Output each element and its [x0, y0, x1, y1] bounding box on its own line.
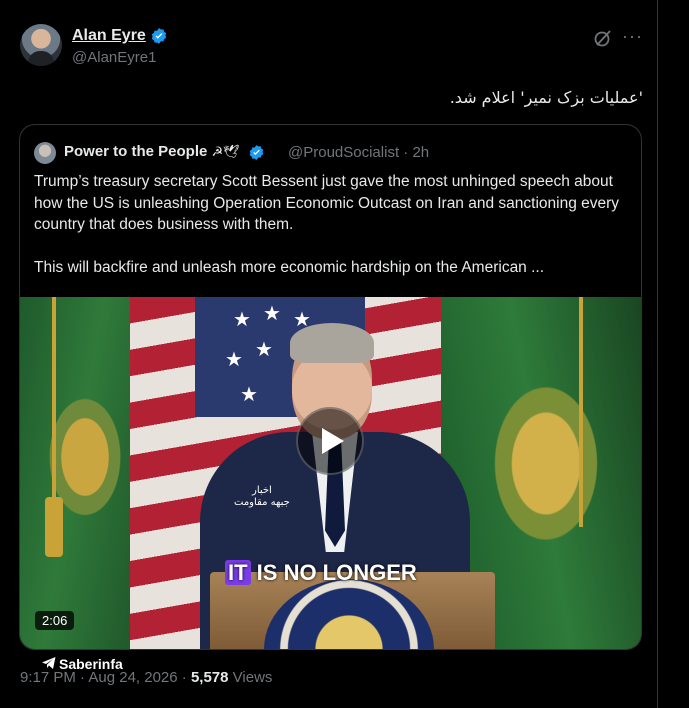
video-duration: 2:06 — [35, 611, 75, 630]
telegram-icon — [42, 657, 56, 669]
verified-icon — [151, 28, 166, 44]
source-watermark: Saberinfa — [42, 656, 123, 672]
grok-icon[interactable] — [593, 28, 613, 48]
author-handle[interactable]: @AlanEyre1 — [72, 49, 156, 66]
view-count: 5,578 — [190, 669, 229, 686]
play-icon[interactable] — [296, 407, 364, 475]
quoted-text: Trump’s treasury secretary Scott Bessent… — [34, 171, 634, 278]
author-avatar[interactable] — [20, 24, 62, 66]
quoted-author-name[interactable]: Power to the People ☭🕊 — [64, 143, 265, 161]
quoted-paragraph: This will backfire and unleash more econ… — [34, 258, 545, 276]
channel-watermark: اخبار جبهه مقاومت — [234, 485, 290, 508]
column-divider — [657, 0, 658, 708]
verified-icon — [249, 144, 264, 160]
video-caption: IT IS NO LONGER — [225, 560, 417, 586]
quoted-handle-time[interactable]: @ProudSocialist · 2h — [288, 144, 429, 161]
quoted-emoji: ☭🕊 — [211, 144, 240, 159]
views-label: Views — [232, 669, 273, 686]
tweet-text: 'عملیات بزک نمیر' اعلام شد. — [449, 88, 643, 107]
author-name[interactable]: Alan Eyre — [72, 27, 168, 45]
quoted-tweet[interactable]: Power to the People ☭🕊 @ProudSocialist ·… — [19, 124, 642, 650]
quoted-paragraph: Trump’s treasury secretary Scott Bessent… — [34, 173, 620, 233]
video-player[interactable]: ★ ★ ★ ★ ★ ★ ★ IT IS NO LONGER اخبارجبهه … — [20, 297, 641, 649]
more-icon[interactable]: ··· — [622, 26, 643, 47]
quoted-avatar[interactable] — [34, 142, 56, 164]
